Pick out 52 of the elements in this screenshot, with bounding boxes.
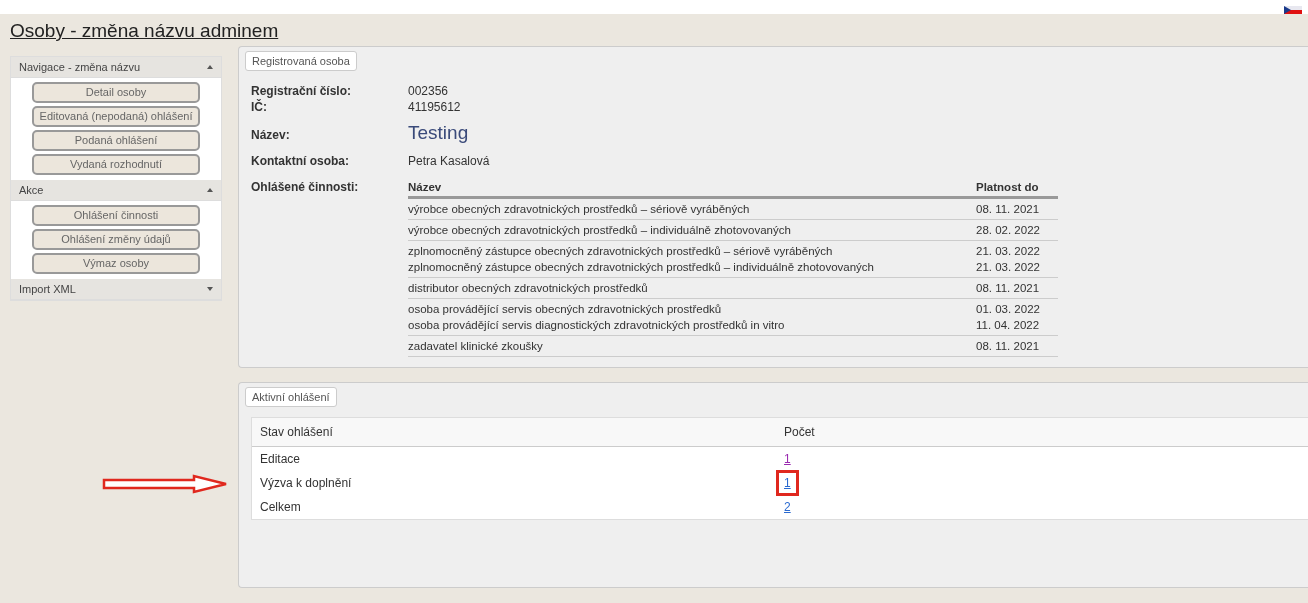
table-cell-text: Celkem [260,499,302,515]
field-label: Název: [251,127,291,143]
table-cell-text: osoba provádějící servis obecných zdravotnických prostředků [408,302,723,317]
section-header[interactable]: Navigace - změna názvu [11,57,221,78]
column-header: Počet [784,424,816,440]
nav-button[interactable]: Podaná ohlášení [32,130,200,151]
table-cell-text: výrobce obecných zdravotnických prostředků – individuálně zhotovovaných [408,223,792,238]
section-header[interactable]: Akce [11,180,221,201]
count-link[interactable]: 1 [784,452,791,466]
table-cell-text: zadavatel klinické zkoušky [408,339,544,354]
table-cell-text: distributor obecných zdravotnických prostředků [408,281,649,296]
table-cell-text: 08. 11. 2021 [976,202,1041,217]
table-cell-text: zplnomocněný zástupce obecných zdravotnických prostředků – sériově vyráběných [408,244,834,259]
field-value: 41195612 [408,99,462,115]
field-label: Kontaktní osoba: [251,153,350,169]
table-cell-text: zplnomocněný zástupce obecných zdravotnických prostředků – individuálně zhotovovaných [408,260,876,275]
nav-button[interactable]: Výmaz osoby [32,253,200,274]
table-cell-text: výrobce obecných zdravotnických prostředků – sériově vyráběných [408,202,751,217]
count-link[interactable]: 1 [784,476,791,490]
field-label: Ohlášené činnosti: [251,179,360,195]
nav-button[interactable]: Ohlášení změny údajů [32,229,200,250]
nav-button[interactable]: Detail osoby [32,82,200,103]
field-value: Petra Kasalová [408,153,491,169]
caret-icon [207,188,213,192]
table-cell-text: 21. 03. 2022 [976,244,1041,259]
page-title: Osoby - změna názvu adminem [9,19,280,43]
table-cell-text: osoba provádějící servis diagnostických zdravotnických prostředků in vitro [408,318,786,333]
field-label: IČ: [251,99,268,115]
nav-button[interactable]: Ohlášení činnosti [32,205,200,226]
caret-icon [207,287,213,291]
panel-legend: Aktivní ohlášení [245,387,337,407]
column-header: Název [408,180,443,195]
count-link[interactable]: 2 [784,500,791,514]
table-cell-text: 08. 11. 2021 [976,339,1041,354]
field-value: Testing [408,125,470,141]
table-cell-text: Výzva k doplnění [260,475,353,491]
table-cell-text: 01. 03. 2022 [976,302,1041,317]
field-label: Registrační číslo: [251,83,353,99]
nav-button[interactable]: Editovaná (nepodaná) ohlášení [32,106,200,127]
flag-icon[interactable] [1284,6,1302,14]
table-cell-text: 11. 04. 2022 [976,318,1041,333]
table-cell-text: 28. 02. 2022 [976,223,1041,238]
table-cell-text: 08. 11. 2021 [976,281,1041,296]
field-value: 002356 [408,83,450,99]
caret-icon [207,65,213,69]
panel-legend: Registrovaná osoba [245,51,357,71]
column-header: Platnost do [976,180,1040,195]
section-header[interactable]: Import XML [11,279,221,300]
column-header: Stav ohlášení [260,424,334,440]
table-cell-text: Editace [260,451,302,467]
nav-button[interactable]: Vydaná rozhodnutí [32,154,200,175]
table-cell-text: 21. 03. 2022 [976,260,1041,275]
